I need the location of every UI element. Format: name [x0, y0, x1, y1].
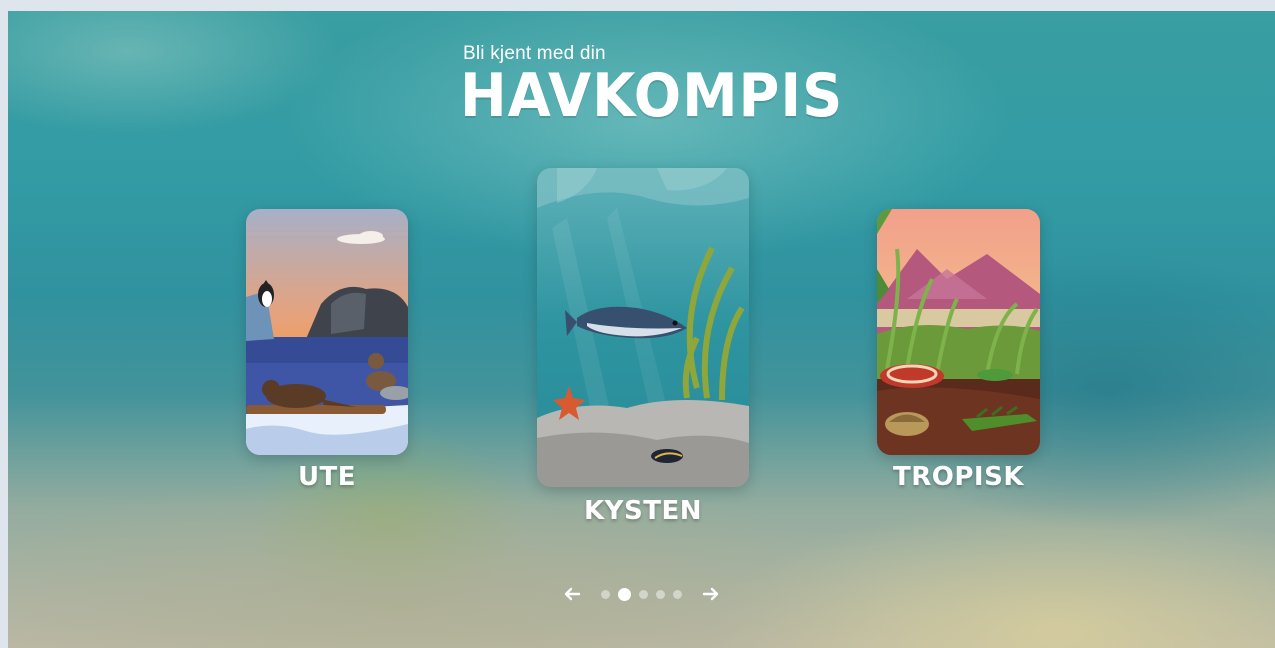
hero-background: Bli kjent med din HAVKOMPIS UTE KYSTEN T…: [8, 11, 1275, 648]
card-tropisk[interactable]: [877, 209, 1040, 455]
arrow-right-icon[interactable]: [699, 582, 723, 606]
pagination-dot-2-active[interactable]: [618, 587, 631, 601]
ute-illustration: [246, 209, 408, 455]
card-ute[interactable]: [246, 209, 408, 455]
pagination-dot-5[interactable]: [673, 589, 682, 599]
carousel-pagination: [560, 582, 723, 606]
kysten-illustration: [537, 168, 749, 487]
pagination-dot-4[interactable]: [656, 589, 665, 599]
card-label-kysten[interactable]: KYSTEN: [537, 496, 749, 526]
arrow-left-icon[interactable]: [560, 582, 584, 606]
header-title: HAVKOMPIS: [460, 61, 844, 131]
pagination-dots: [597, 587, 686, 601]
card-kysten[interactable]: [537, 168, 749, 487]
card-label-tropisk[interactable]: TROPISK: [877, 462, 1040, 492]
card-label-ute[interactable]: UTE: [246, 462, 408, 492]
pagination-dot-3[interactable]: [639, 589, 648, 599]
tropisk-illustration: [877, 209, 1040, 455]
pagination-dot-1[interactable]: [601, 589, 610, 599]
